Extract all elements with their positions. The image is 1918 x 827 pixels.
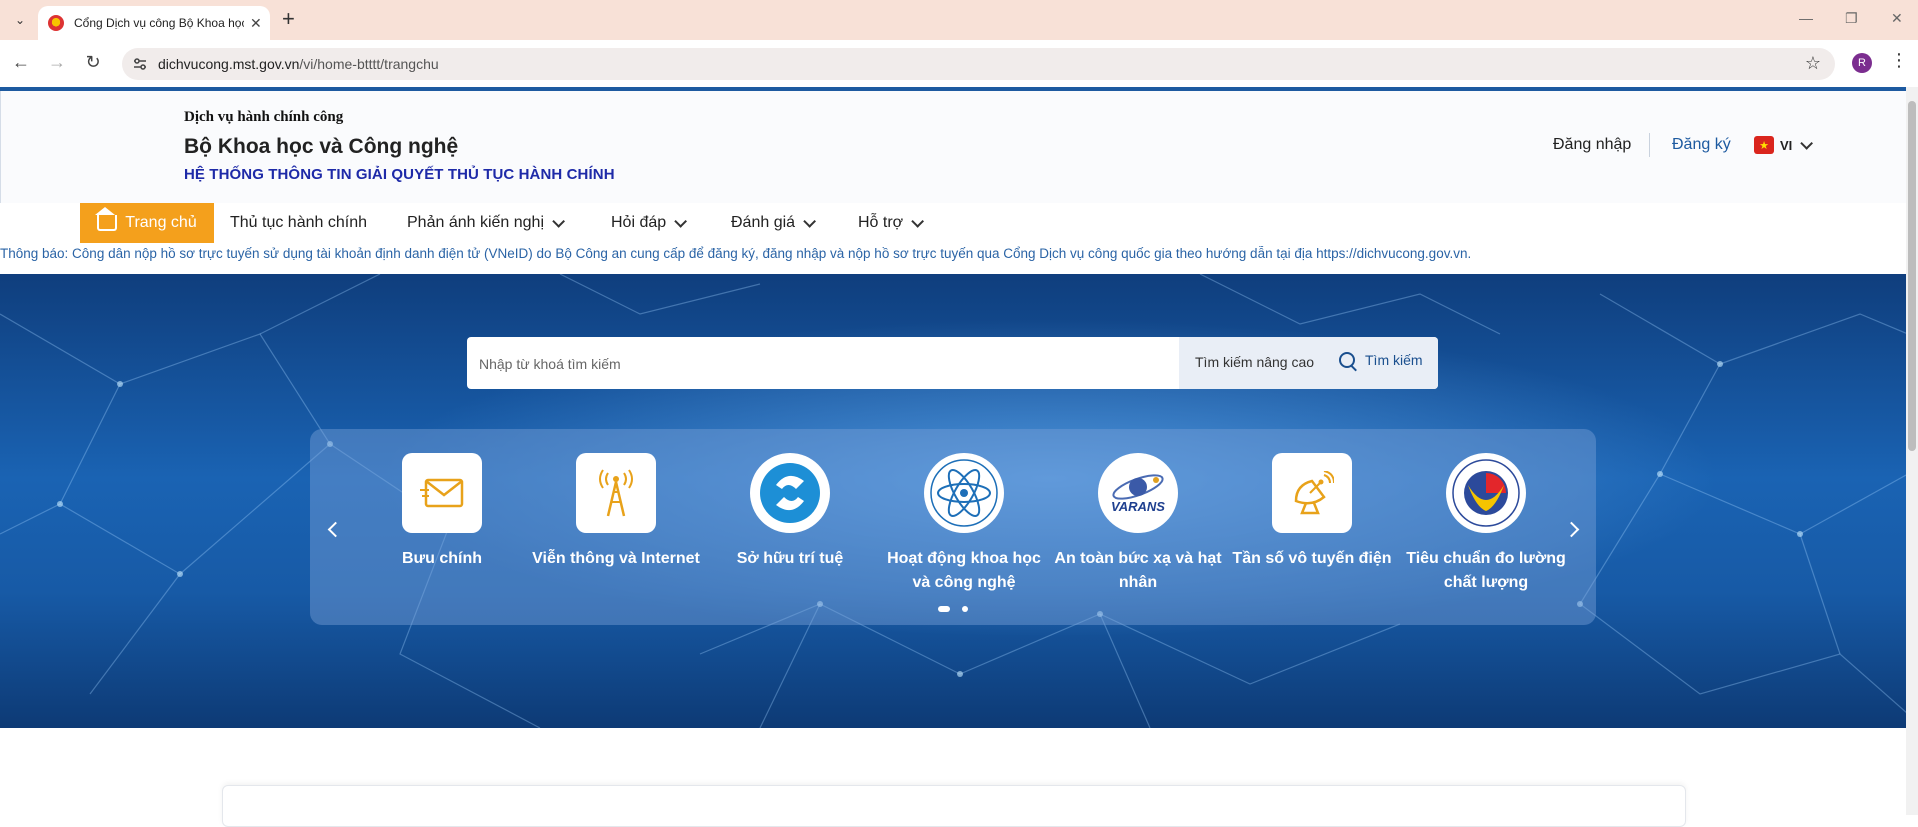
site-header: Dịch vụ hành chính công Bộ Khoa học và C… [0, 91, 1908, 204]
page-scrollbar[interactable] [1906, 87, 1918, 815]
bookmark-star-icon[interactable]: ☆ [1805, 53, 1821, 74]
search-actions: Tìm kiếm nâng cao Tìm kiếm [1179, 337, 1438, 389]
category-item[interactable]: Sở hữu trí tuệ [705, 453, 875, 571]
varans-logo-text: VARANS [1111, 499, 1165, 514]
category-label: Viễn thông và Internet [532, 550, 700, 567]
category-label: An toàn bức xạ và hạt nhân [1054, 550, 1222, 591]
nav-home[interactable]: Trang chủ [80, 203, 214, 243]
search-icon [1339, 352, 1355, 368]
nav-qa[interactable]: Hỏi đáp [611, 203, 688, 243]
tab-title: Cổng Dịch vụ công Bộ Khoa học và Công ng… [74, 16, 244, 30]
home-icon [95, 207, 118, 231]
language-code: VI [1780, 137, 1793, 153]
back-icon[interactable]: ← [10, 52, 32, 73]
nav-rating[interactable]: Đánh giá [731, 203, 817, 243]
scrollbar-thumb[interactable] [1908, 101, 1916, 451]
chevron-down-icon [911, 214, 925, 228]
category-item[interactable]: Hoạt động khoa học và công nghệ [879, 453, 1049, 595]
category-item[interactable]: Tiêu chuẩn đo lường chất lượng [1401, 453, 1571, 595]
tab-search-dropdown[interactable]: ⌄ [8, 8, 32, 32]
site-settings-icon[interactable] [132, 56, 148, 72]
nav-procedures[interactable]: Thủ tục hành chính [230, 203, 367, 243]
notice-banner[interactable]: Thông báo: Công dân nộp hồ sơ trực tuyến… [0, 246, 1908, 261]
search-button[interactable]: Tìm kiếm [1339, 352, 1423, 368]
address-bar[interactable]: dichvucong.mst.gov.vn/vi/home-btttt/tran… [122, 48, 1835, 80]
search-bar: Tìm kiếm nâng cao Tìm kiếm [467, 337, 1438, 391]
category-item[interactable]: VARANS An toàn bức xạ và hạt nhân [1053, 453, 1223, 595]
forward-icon[interactable]: → [46, 52, 68, 73]
new-tab-button[interactable]: + [282, 8, 295, 30]
nav-rating-label: Đánh giá [731, 214, 796, 231]
nav-feedback[interactable]: Phản ánh kiến nghị [407, 203, 565, 243]
site-favicon-icon [48, 15, 64, 31]
nav-qa-label: Hỏi đáp [611, 214, 667, 231]
category-item[interactable]: Bưu chính [357, 453, 527, 571]
satellite-dish-icon [1272, 453, 1352, 533]
category-label: Tần số vô tuyến điện [1232, 550, 1392, 567]
header-small-title: Dịch vụ hành chính công [184, 109, 344, 125]
ip-logo-icon [750, 453, 830, 533]
tab-close-icon[interactable]: ✕ [250, 15, 262, 32]
header-title[interactable]: Bộ Khoa học và Công nghệ [184, 135, 458, 159]
atom-icon [924, 453, 1004, 533]
browser-menu-icon[interactable]: ⋮ [1890, 50, 1908, 71]
browser-tabstrip: ⌄ Cổng Dịch vụ công Bộ Khoa học và Công … [0, 0, 1918, 40]
nav-procedures-label: Thủ tục hành chính [230, 214, 367, 231]
language-selector[interactable]: ★ VI [1754, 136, 1814, 154]
main-nav: Trang chủ Thủ tục hành chính Phản ánh ki… [0, 203, 1908, 243]
browser-toolbar: ← → ↻ dichvucong.mst.gov.vn/vi/home-bttt… [0, 40, 1918, 88]
antenna-tower-icon [576, 453, 656, 533]
restore-icon[interactable]: ❐ [1845, 10, 1858, 27]
chevron-down-icon [1800, 136, 1814, 150]
carousel-dot[interactable] [962, 606, 968, 612]
carousel-prev-icon[interactable] [327, 521, 344, 538]
nav-feedback-label: Phản ánh kiến nghị [407, 214, 544, 231]
search-input[interactable] [467, 337, 1181, 391]
content-card [222, 785, 1686, 827]
reload-icon[interactable]: ↻ [82, 52, 104, 73]
category-label: Sở hữu trí tuệ [736, 550, 844, 567]
header-divider [1649, 133, 1650, 157]
search-button-label: Tìm kiếm [1365, 352, 1423, 368]
login-link[interactable]: Đăng nhập [1553, 136, 1631, 154]
category-label: Hoạt động khoa học và công nghệ [887, 550, 1041, 591]
chevron-down-icon [674, 214, 688, 228]
standards-seal-icon [1446, 453, 1526, 533]
url-domain: dichvucong.mst.gov.vn [158, 56, 300, 72]
category-item[interactable]: Tần số vô tuyến điện [1227, 453, 1397, 571]
category-label: Tiêu chuẩn đo lường chất lượng [1406, 550, 1566, 591]
url-text: dichvucong.mst.gov.vn/vi/home-btttt/tran… [158, 56, 439, 72]
header-subtitle: HỆ THỐNG THÔNG TIN GIẢI QUYẾT THỦ TỤC HÀ… [184, 166, 615, 183]
chevron-down-icon [552, 214, 565, 228]
browser-tab[interactable]: Cổng Dịch vụ công Bộ Khoa học và Công ng… [38, 6, 270, 40]
chevron-down-icon [803, 214, 817, 228]
carousel-dot[interactable] [938, 606, 950, 612]
carousel-pagination [938, 606, 968, 612]
profile-avatar[interactable]: R [1852, 53, 1872, 73]
envelope-icon [402, 453, 482, 533]
minimize-icon[interactable]: — [1799, 10, 1813, 26]
nav-home-label: Trang chủ [125, 214, 197, 231]
category-label: Bưu chính [401, 550, 483, 567]
category-carousel: Bưu chính Viễn thông và Internet Sở hữu … [310, 429, 1596, 625]
category-item[interactable]: Viễn thông và Internet [531, 453, 701, 571]
url-path: /vi/home-btttt/trangchu [299, 56, 439, 72]
advanced-search-link[interactable]: Tìm kiếm nâng cao [1195, 354, 1314, 370]
nav-support-label: Hỗ trợ [858, 214, 904, 231]
nav-support[interactable]: Hỗ trợ [858, 203, 925, 243]
hero-banner: Tìm kiếm nâng cao Tìm kiếm Bưu chính Viễ… [0, 274, 1908, 728]
varans-logo-icon: VARANS [1098, 453, 1178, 533]
vietnam-flag-icon: ★ [1754, 136, 1774, 154]
window-close-icon[interactable]: ✕ [1891, 10, 1903, 27]
register-link[interactable]: Đăng ký [1672, 136, 1731, 154]
